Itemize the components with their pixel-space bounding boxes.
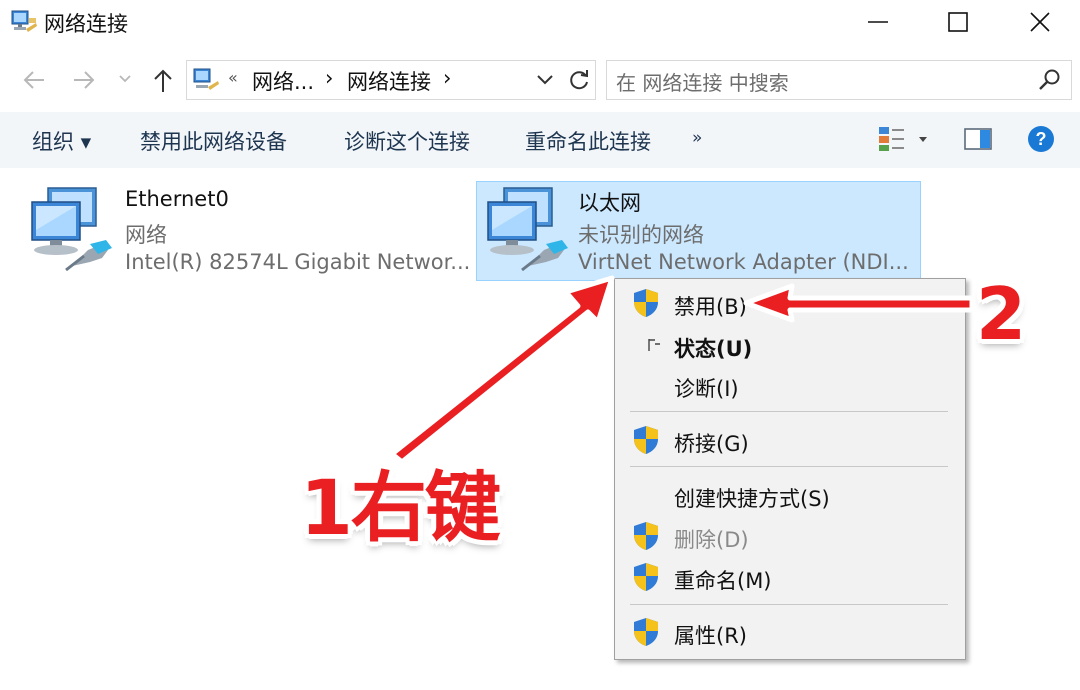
connection-name: 以太网 (578, 191, 641, 215)
breadcrumb-separator-end[interactable]: › (443, 66, 451, 90)
uac-shield-icon (634, 563, 658, 591)
search-placeholder: 在 网络连接 中搜索 (616, 71, 789, 95)
close-icon (1030, 12, 1050, 32)
address-overflow[interactable]: « (228, 68, 238, 87)
menu-separator (630, 411, 948, 412)
title-bar (0, 0, 1080, 48)
uac-shield-icon (634, 289, 658, 317)
window-title: 网络连接 (44, 12, 128, 36)
address-network-icon (193, 68, 219, 90)
view-options-chevron-icon[interactable] (918, 136, 928, 144)
menu-separator (630, 604, 948, 605)
context-menu (614, 278, 966, 660)
status-icon (648, 339, 660, 351)
menu-separator (630, 466, 948, 467)
maximize-button[interactable] (930, 0, 986, 44)
network-connections-icon (11, 10, 37, 32)
menu-item-create-shortcut[interactable]: 创建快捷方式(S) (674, 483, 830, 513)
uac-shield-icon (634, 426, 658, 454)
menu-item-rename[interactable]: 重命名(M) (674, 565, 772, 595)
diagnose-connection-button[interactable]: 诊断这个连接 (344, 126, 470, 156)
minimize-icon (868, 21, 888, 23)
more-commands-button[interactable]: » (692, 128, 702, 148)
up-arrow-icon[interactable] (152, 68, 174, 94)
change-view-icon[interactable] (878, 126, 906, 152)
back-arrow-icon[interactable] (22, 69, 46, 91)
annotation-label-right-click: 1右键 (300, 463, 501, 552)
search-icon[interactable] (1038, 68, 1062, 92)
help-icon[interactable]: ? (1027, 125, 1055, 153)
menu-item-disable[interactable]: 禁用(B) (674, 291, 747, 321)
recent-locations-chevron-icon[interactable] (118, 74, 132, 84)
connection-device: Intel(R) 82574L Gigabit Networ... (125, 250, 471, 274)
maximize-icon (948, 12, 968, 32)
organize-menu[interactable]: 组织 ▾ (32, 126, 91, 156)
rename-connection-button[interactable]: 重命名此连接 (525, 126, 651, 156)
preview-pane-icon[interactable] (964, 128, 992, 150)
minimize-button[interactable] (850, 0, 906, 44)
refresh-icon[interactable] (567, 67, 591, 93)
connection-item-ethernet0[interactable]: Ethernet0 网络 Intel(R) 82574L Gigabit Net… (24, 184, 470, 280)
svg-text:?: ? (1036, 129, 1047, 149)
annotation-label-step-2: 2 (976, 272, 1027, 356)
connection-status: 网络 (125, 223, 167, 247)
close-button[interactable] (1012, 0, 1068, 44)
uac-shield-icon (634, 522, 658, 550)
network-adapter-icon (487, 187, 568, 272)
forward-arrow-icon[interactable] (72, 69, 96, 91)
menu-item-status[interactable]: 状态(U) (674, 333, 752, 363)
connection-status: 未识别的网络 (578, 223, 704, 247)
breadcrumb-separator[interactable]: › (325, 66, 333, 90)
annotation-arrow-1 (389, 275, 615, 465)
uac-shield-icon (634, 618, 658, 646)
breadcrumb-network-connections[interactable]: 网络连接 (347, 66, 431, 96)
menu-item-bridge[interactable]: 桥接(G) (674, 428, 749, 458)
disable-device-button[interactable]: 禁用此网络设备 (140, 126, 287, 156)
menu-item-delete[interactable]: 删除(D) (674, 524, 749, 554)
breadcrumb-network[interactable]: 网络... (252, 66, 314, 96)
menu-item-properties[interactable]: 属性(R) (674, 620, 747, 650)
menu-item-diagnose[interactable]: 诊断(I) (674, 373, 739, 403)
address-dropdown-chevron-icon[interactable] (536, 74, 554, 86)
network-adapter-icon (31, 187, 112, 272)
connection-name: Ethernet0 (125, 187, 229, 211)
connection-device: VirtNet Network Adapter (NDI... (578, 250, 909, 274)
